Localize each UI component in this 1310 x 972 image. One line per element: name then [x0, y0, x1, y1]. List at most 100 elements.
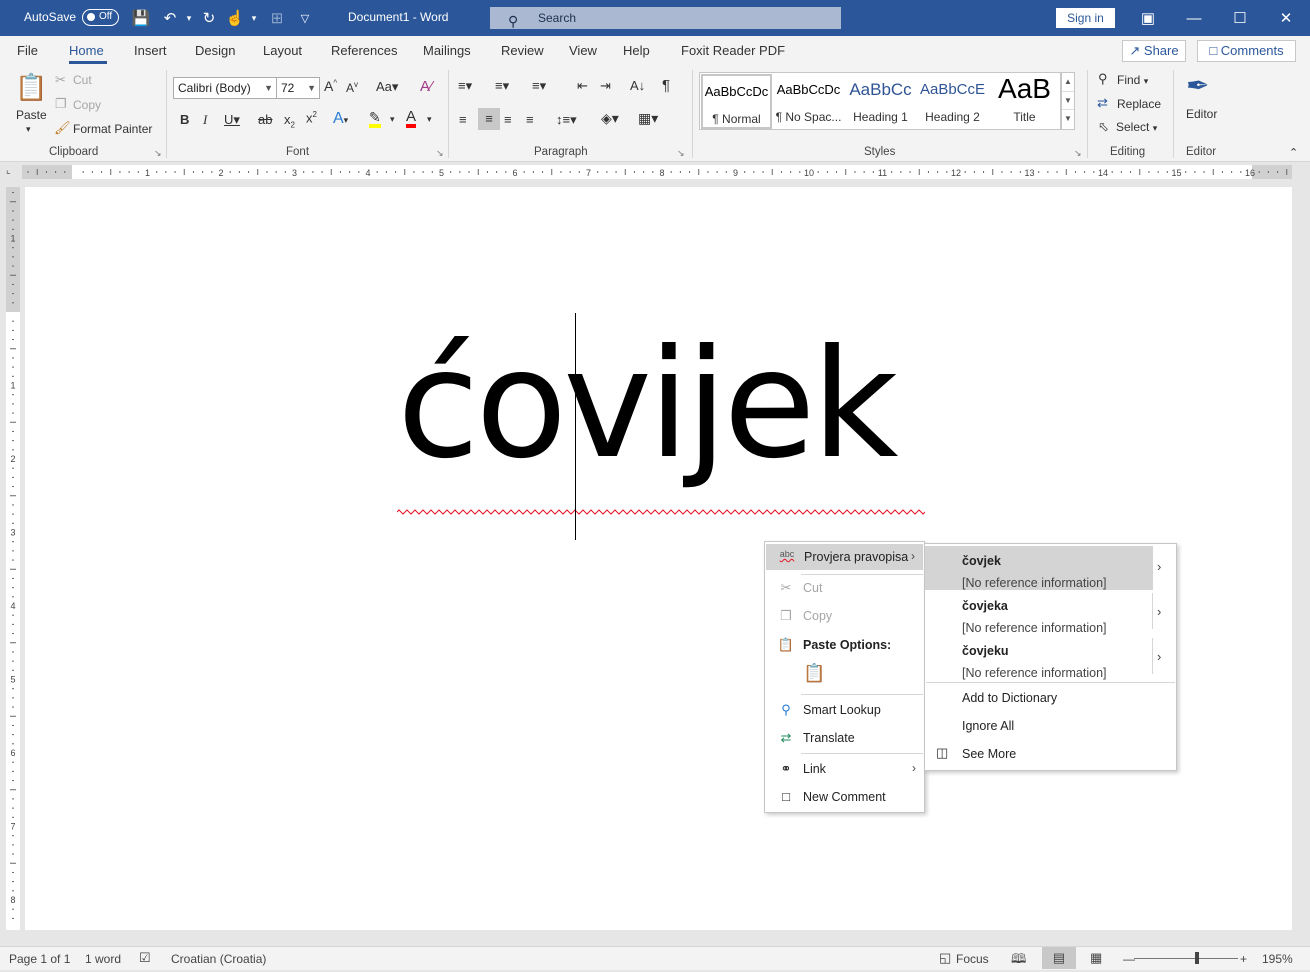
shrink-font-icon[interactable]: Av — [346, 80, 358, 95]
chevron-right-icon[interactable]: › — [1157, 559, 1161, 574]
scroll-up-icon[interactable]: ▲ — [1062, 73, 1074, 91]
vertical-ruler[interactable]: 1 1 2 3 4 5 6 7 8 — [6, 187, 20, 930]
redo-icon[interactable]: ↻ — [200, 9, 218, 27]
font-size-combo[interactable]: 72 ▼ — [276, 77, 320, 99]
tab-selector-icon[interactable]: ⌞ — [6, 165, 11, 176]
cut-button[interactable]: Cut — [73, 73, 92, 87]
language-indicator[interactable]: Croatian (Croatia) — [171, 952, 266, 966]
tab-file[interactable]: File — [17, 43, 38, 58]
increase-indent-icon[interactable]: ⇥ — [600, 78, 611, 94]
text-effects-icon[interactable]: A▾ — [333, 110, 348, 128]
copy-menu-item[interactable]: ❐ Copy — [765, 603, 924, 629]
tab-mailings[interactable]: Mailings — [423, 43, 471, 58]
minimize-icon[interactable]: — — [1185, 9, 1203, 27]
web-layout-icon[interactable]: ▦ — [1090, 950, 1102, 966]
keep-text-only-icon[interactable]: 📋 — [803, 663, 825, 687]
style-title[interactable]: AaB Title — [989, 73, 1060, 129]
more-styles-icon[interactable]: ▼ — [1062, 109, 1074, 127]
find-button[interactable]: Find ▾ — [1117, 73, 1148, 87]
replace-button[interactable]: Replace — [1117, 97, 1161, 111]
numbering-icon[interactable]: ≡▾ — [495, 78, 509, 94]
scroll-down-icon[interactable]: ▼ — [1062, 91, 1074, 109]
zoom-level[interactable]: 195% — [1262, 952, 1293, 966]
styles-launcher-icon[interactable]: ↘ — [1074, 148, 1082, 159]
change-case-icon[interactable]: Aa▾ — [376, 79, 398, 95]
style-no-spacing[interactable]: AaBbCcDc ¶ No Spac... — [773, 74, 844, 129]
save-icon[interactable]: 💾 — [132, 9, 151, 27]
font-launcher-icon[interactable]: ↘ — [436, 148, 444, 159]
clear-formatting-icon[interactable]: A⁄ — [420, 78, 433, 95]
tab-insert[interactable]: Insert — [134, 43, 167, 58]
subscript-icon[interactable]: x2 — [284, 112, 295, 130]
share-button[interactable]: ↗ Share — [1122, 40, 1186, 62]
tab-design[interactable]: Design — [195, 43, 235, 58]
comments-button[interactable]: □ Comments — [1197, 40, 1296, 62]
paste-icon[interactable]: 📋 — [15, 72, 47, 106]
underline-icon[interactable]: U▾ — [224, 112, 240, 128]
superscript-icon[interactable]: x2 — [306, 110, 317, 125]
italic-icon[interactable]: I — [203, 112, 207, 128]
search-box[interactable]: ⚲ Search — [490, 7, 841, 29]
font-name-combo[interactable]: Calibri (Body) ▼ — [173, 77, 277, 99]
print-layout-icon[interactable]: ▤ — [1042, 947, 1076, 969]
add-to-dictionary-item[interactable]: Add to Dictionary — [962, 691, 1057, 705]
link-menu-item[interactable]: ⚭ Link › — [765, 756, 924, 782]
document-text[interactable]: ćovijek — [397, 330, 899, 480]
maximize-icon[interactable]: ☐ — [1231, 9, 1249, 27]
read-mode-icon[interactable]: 🕮 — [1011, 950, 1026, 972]
cut-menu-item[interactable]: ✂ Cut — [765, 575, 924, 601]
tab-layout[interactable]: Layout — [263, 43, 302, 58]
suggestion-item[interactable]: čovjeku [No reference information] — [925, 636, 1153, 680]
new-comment-menu-item[interactable]: □ New Comment — [765, 784, 924, 810]
zoom-out-icon[interactable]: — — [1123, 952, 1135, 966]
tab-foxit[interactable]: Foxit Reader PDF — [681, 43, 785, 58]
line-spacing-icon[interactable]: ↕≡▾ — [556, 112, 577, 128]
tab-home[interactable]: Home — [69, 43, 104, 58]
highlight-icon[interactable]: ✎ — [369, 110, 381, 128]
chevron-right-icon[interactable]: › — [1157, 649, 1161, 664]
undo-icon[interactable]: ↶ — [161, 9, 179, 27]
borders-icon[interactable]: ▦▾ — [638, 110, 658, 127]
bold-icon[interactable]: B — [180, 112, 189, 127]
translate-menu-item[interactable]: ⇄ Translate — [765, 725, 924, 751]
chevron-down-icon[interactable]: ▾ — [390, 114, 395, 125]
focus-button[interactable]: Focus — [956, 952, 989, 966]
chevron-down-icon[interactable]: ▾ — [427, 114, 432, 125]
strikethrough-icon[interactable]: ab — [258, 112, 272, 127]
style-heading-2[interactable]: AaBbCcE Heading 2 — [917, 74, 988, 129]
sign-in-button[interactable]: Sign in — [1056, 8, 1115, 28]
paste-dropdown-icon[interactable]: ▾ — [26, 124, 31, 135]
editor-icon[interactable]: ✒ — [1186, 69, 1209, 102]
copy-button[interactable]: Copy — [73, 98, 101, 112]
chevron-right-icon[interactable]: › — [1157, 604, 1161, 619]
format-painter-button[interactable]: Format Painter — [73, 122, 152, 136]
tab-review[interactable]: Review — [501, 43, 544, 58]
undo-dropdown-icon[interactable]: ▾ — [180, 9, 198, 27]
style-heading-1[interactable]: AaBbCc Heading 1 — [845, 74, 916, 129]
close-icon[interactable]: ✕ — [1277, 9, 1295, 27]
crop-icon[interactable]: ⊞ — [268, 9, 286, 27]
customize-qat-icon[interactable]: ▽ — [296, 9, 314, 27]
tab-references[interactable]: References — [331, 43, 397, 58]
align-center-icon[interactable]: ≡ — [478, 108, 500, 130]
tab-help[interactable]: Help — [623, 43, 650, 58]
autosave-toggle[interactable]: Off — [82, 9, 119, 26]
editor-button[interactable]: Editor — [1186, 107, 1217, 121]
ignore-all-item[interactable]: Ignore All — [962, 719, 1014, 733]
page-count[interactable]: Page 1 of 1 — [9, 952, 70, 966]
align-left-icon[interactable]: ≡ — [459, 112, 467, 127]
bullets-icon[interactable]: ≡▾ — [458, 78, 472, 94]
zoom-slider-thumb[interactable] — [1195, 952, 1199, 964]
grow-font-icon[interactable]: A^ — [324, 78, 337, 94]
proofing-icon[interactable]: ☑ — [139, 950, 151, 966]
style-normal[interactable]: AaBbCcDc ¶ Normal — [701, 74, 772, 129]
tab-view[interactable]: View — [569, 43, 597, 58]
paste-button[interactable]: Paste — [16, 108, 47, 122]
collapse-ribbon-icon[interactable]: ⌃ — [1289, 146, 1298, 159]
show-formatting-icon[interactable]: ¶ — [662, 77, 670, 94]
clipboard-launcher-icon[interactable]: ↘ — [154, 148, 162, 159]
touch-mode-icon[interactable]: ☝ — [226, 9, 245, 27]
suggestion-item[interactable]: čovjek [No reference information] — [925, 546, 1153, 590]
sort-icon[interactable]: A↓ — [630, 78, 645, 93]
see-more-item[interactable]: See More — [962, 747, 1016, 761]
